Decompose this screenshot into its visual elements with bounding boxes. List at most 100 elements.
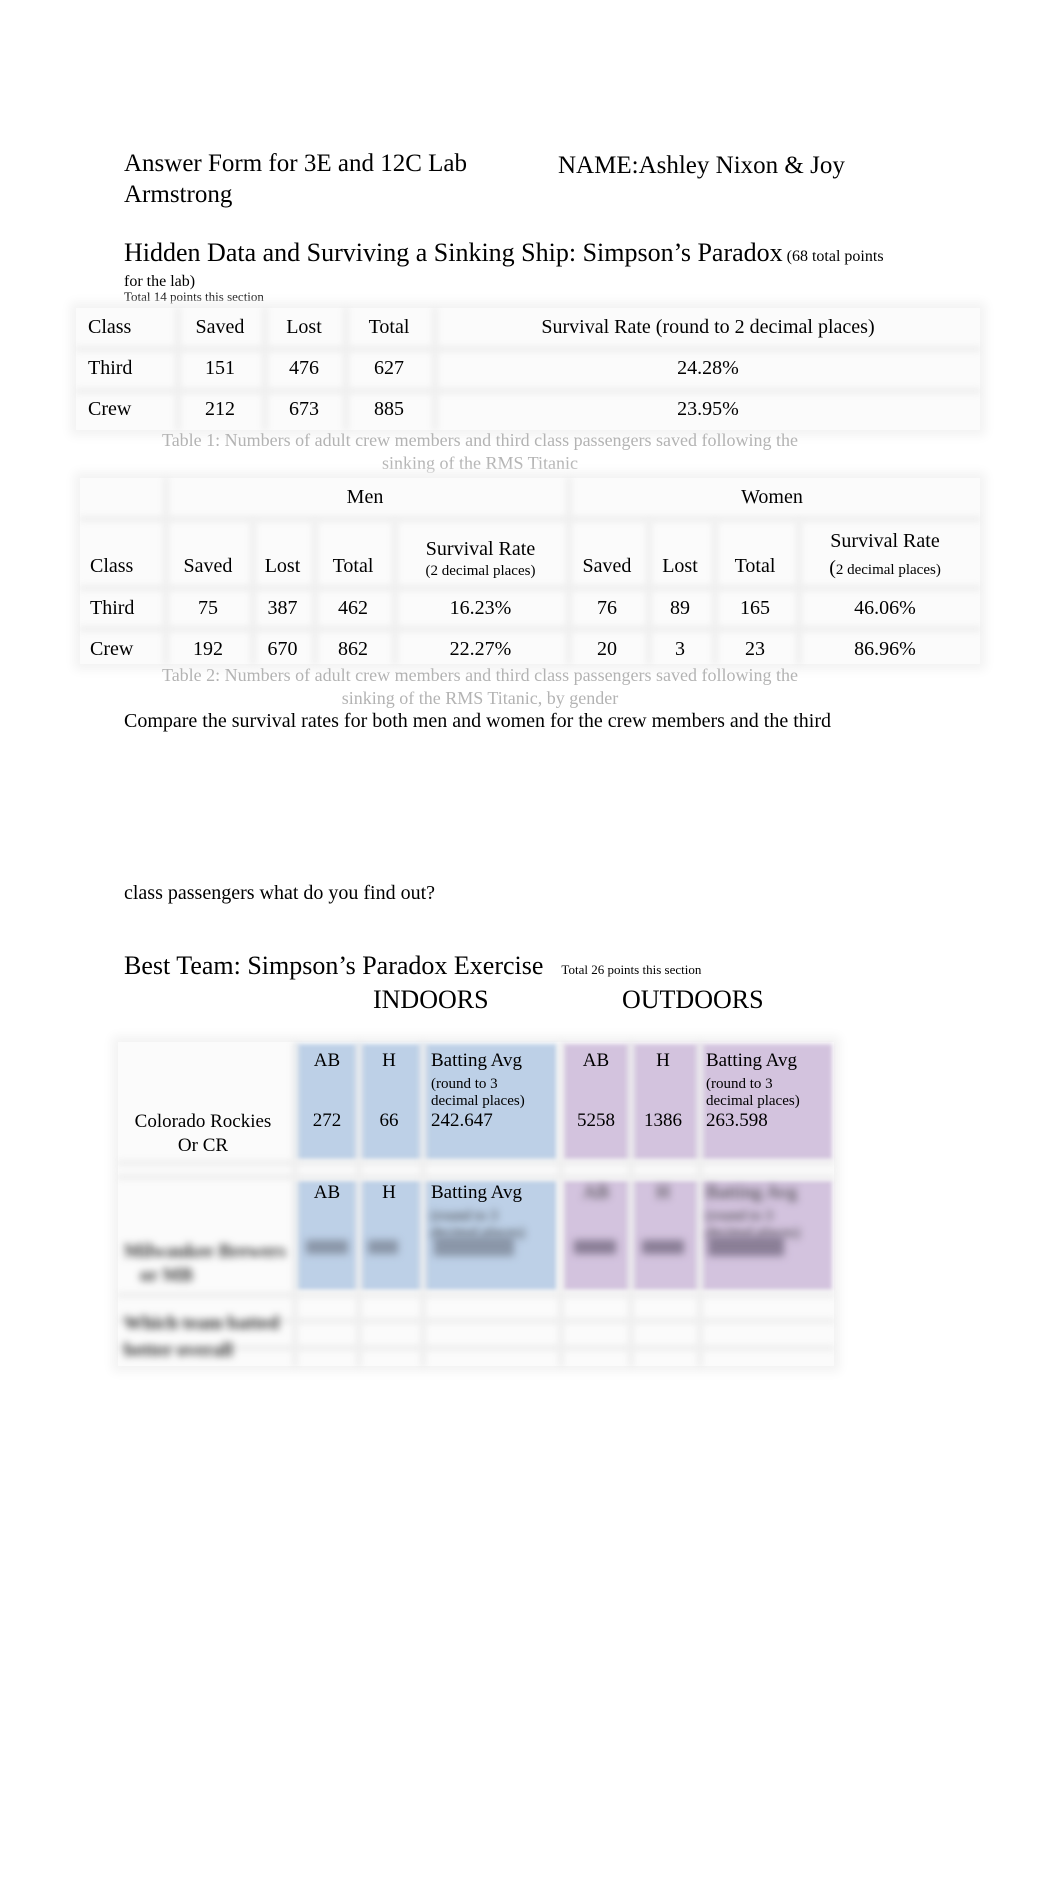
t2-class: Crew [90, 638, 134, 660]
note-line: (round to 3 [706, 1076, 773, 1092]
baseball-divider [697, 1042, 703, 1366]
baseball-divider [292, 1042, 298, 1366]
t2-header-men-saved: Saved [183, 555, 233, 577]
table1-caption-line1: Table 1: Numbers of adult crew members a… [161, 430, 799, 450]
t2-header-women-total: Total [734, 555, 776, 577]
table2-rule [80, 516, 980, 522]
baseball-divider [558, 1042, 564, 1366]
name-label: NAME: [558, 152, 639, 179]
out-avg[interactable]: 263.598 [706, 1110, 768, 1132]
baseball-rule [118, 1160, 834, 1166]
out-h-header: H [656, 1050, 670, 1071]
t2-women-saved: 76 [597, 597, 617, 619]
in-ab-header: AB [313, 1050, 341, 1071]
t1-saved: 212 [205, 398, 235, 420]
t2-men-rate[interactable]: 16.23% [398, 597, 563, 620]
t1-total: 627 [374, 357, 404, 379]
t2-men-lost: 670 [267, 638, 298, 660]
t2-women-total: 23 [745, 638, 765, 660]
note-line: decimal places) [431, 1093, 525, 1109]
team-line: Or CR [177, 1135, 229, 1156]
lab-points-note: (68 total points [786, 248, 884, 265]
in-h-header-2: H [382, 1182, 396, 1203]
t1-header-total: Total [368, 316, 410, 338]
t2-header-men-total: Total [332, 555, 374, 577]
t2-header-women-saved: Saved [582, 555, 632, 577]
t2-men-total: 462 [338, 597, 368, 619]
t1-header-rate: Survival Rate (round to 2 decimal places… [541, 316, 875, 338]
answer-area[interactable] [124, 740, 944, 880]
out-avg-note: (round to 3 decimal places) [706, 1076, 800, 1110]
team-line: Which team batted [124, 1313, 280, 1334]
baseball-rule [118, 1292, 834, 1298]
names-line2: Armstrong [124, 181, 233, 208]
section2-points: Total 26 points this section [561, 962, 702, 977]
t2-header-women-lost: Lost [662, 555, 698, 577]
indoors-label: INDOORS [373, 985, 489, 1014]
in-avg-note: (round to 3 decimal places) [431, 1076, 525, 1110]
table2-caption-line2: sinking of the RMS Titanic, by gender [341, 688, 619, 708]
section1-points: Total 14 points this section [124, 289, 264, 304]
t1-rate[interactable]: 24.28% [438, 357, 978, 380]
student-names: NAME:Ashley Nixon & Joy [558, 152, 845, 180]
t1-class: Crew [88, 398, 132, 420]
t1-header-lost: Lost [286, 316, 322, 338]
t2-women-saved: 20 [597, 638, 617, 660]
in-avg-blurred [434, 1236, 514, 1256]
team1-name: Colorado Rockies Or CR [118, 1110, 288, 1158]
out-ab-blurred [574, 1240, 616, 1254]
team-line: better overall [124, 1340, 233, 1361]
t2-header-men-lost: Lost [264, 555, 301, 577]
in-ab-header-2: AB [313, 1182, 341, 1203]
in-avg[interactable]: 242.647 [431, 1110, 493, 1132]
in-h-blurred [368, 1240, 398, 1254]
t1-lost: 476 [289, 357, 319, 379]
t2-women-rate[interactable]: 46.06% [800, 597, 970, 620]
in-ab: 272 [312, 1110, 342, 1131]
table1-caption-line2: sinking of the RMS Titanic [381, 453, 579, 473]
note: 2 decimal places) [835, 562, 941, 578]
paren: ( [829, 557, 836, 579]
table1-rule [76, 388, 980, 394]
t2-header-women-rate-note: (2 decimal places) [800, 557, 970, 580]
t1-header-saved: Saved [195, 316, 245, 338]
out-avg-header: Batting Avg [706, 1050, 797, 1071]
t2-header-men-rate-note: (2 decimal places) [425, 563, 536, 579]
team-line: Colorado Rockies [134, 1111, 272, 1132]
t2-header-men-rate: Survival Rate [425, 538, 536, 560]
team-line: or MB [140, 1265, 193, 1286]
question-line1: Compare the survival rates for both men … [124, 710, 832, 732]
out-h-blurred [642, 1240, 684, 1254]
note-line: (round to 3 [706, 1208, 773, 1224]
in-ab-blurred [306, 1240, 348, 1254]
baseball-divider [628, 1042, 634, 1366]
names-line1: Ashley Nixon & Joy [638, 152, 845, 179]
team2-name: Milwaukee Brewers or MB [124, 1240, 286, 1288]
t2-women-lost: 89 [670, 597, 690, 619]
baseball-rule [118, 1174, 834, 1180]
out-avg-header-2: Batting Avg [706, 1182, 797, 1203]
t2-group-women: Women [741, 486, 803, 508]
out-ab: 5258 [577, 1110, 615, 1131]
t2-class: Third [90, 597, 135, 619]
t1-class: Third [88, 357, 133, 379]
form-title: Answer Form for 3E and 12C Lab [124, 150, 467, 177]
question-line2: class passengers what do you find out? [124, 882, 436, 904]
note-line: (round to 3 [431, 1076, 498, 1092]
t2-header-women-rate: Survival Rate [830, 530, 940, 552]
section1-heading: Hidden Data and Surviving a Sinking Ship… [124, 238, 884, 268]
note-line: decimal places) [706, 1093, 800, 1109]
t2-women-rate[interactable]: 86.96% [800, 638, 970, 661]
t2-women-total: 165 [740, 597, 770, 619]
t2-women-lost: 3 [675, 638, 685, 660]
outdoors-label: OUTDOORS [622, 985, 764, 1014]
t1-rate[interactable]: 23.95% [438, 398, 978, 421]
in-h-header: H [382, 1050, 396, 1071]
table1-rule [76, 346, 980, 352]
out-avg-blurred [708, 1236, 784, 1256]
t1-saved: 151 [205, 357, 235, 379]
t1-header-class: Class [88, 316, 132, 338]
t2-men-rate[interactable]: 22.27% [398, 638, 563, 661]
table2-caption-line1: Table 2: Numbers of adult crew members a… [161, 665, 799, 685]
out-h-header-2: H [656, 1182, 670, 1203]
